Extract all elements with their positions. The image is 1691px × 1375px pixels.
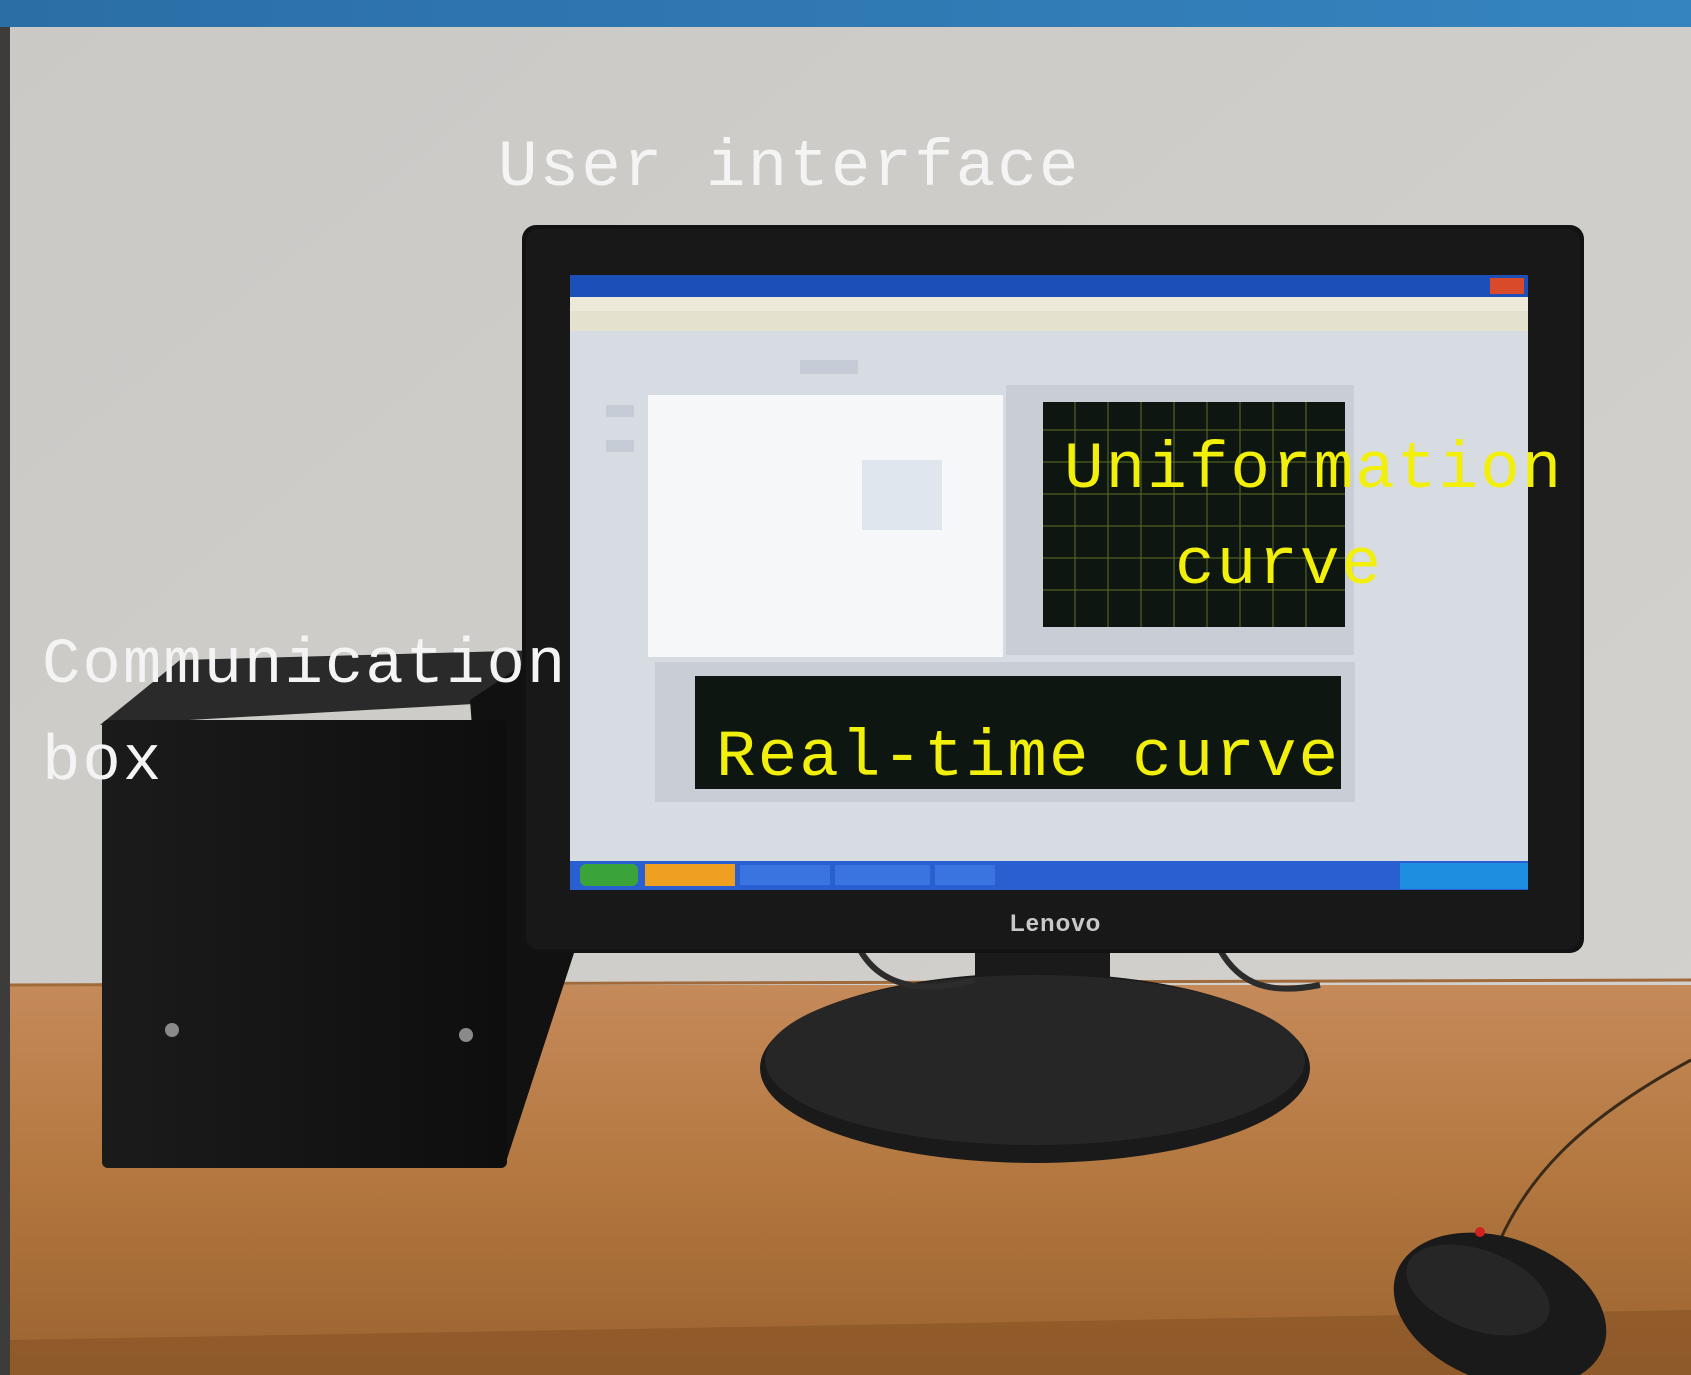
realtime-curve-label: Real-time curve: [716, 720, 1341, 795]
communication-box-label-line1: Communication: [42, 630, 568, 702]
uniformation-curve-label-line1: Uniformation: [1064, 432, 1564, 507]
communication-box: [100, 650, 575, 1168]
monitor: [522, 225, 1584, 953]
uniformation-curve-label-line2: curve: [1175, 528, 1384, 603]
top-banner: [0, 0, 1691, 27]
monitor-brand-logo: Lenovo: [1010, 910, 1102, 937]
left-edge-strip: [0, 27, 10, 1375]
communication-box-label-line2: box: [42, 727, 164, 799]
box-screw-right: [459, 1028, 473, 1042]
box-screw-left: [165, 1023, 179, 1037]
user-interface-label: User interface: [498, 130, 1081, 205]
